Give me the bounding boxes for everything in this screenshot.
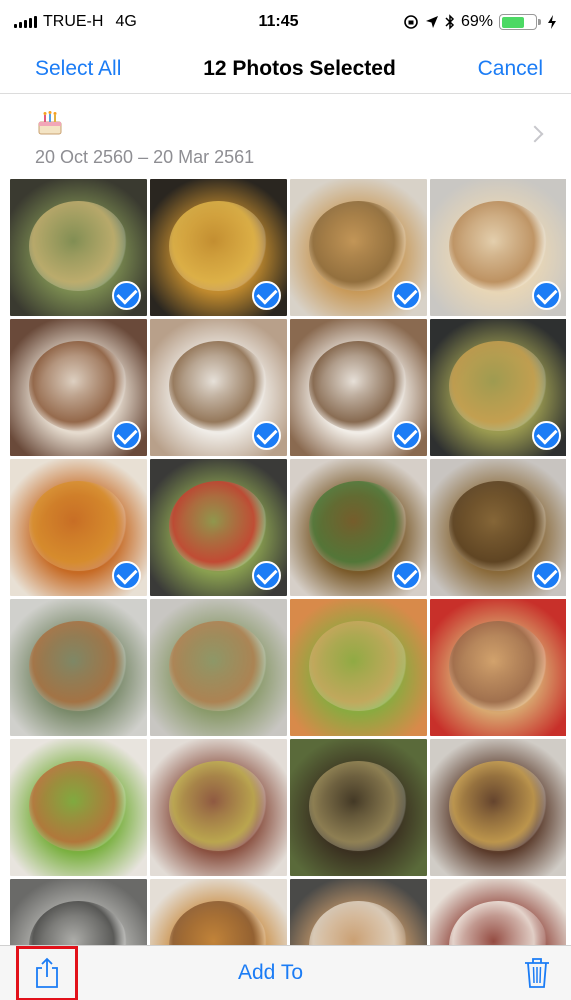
photo-thumbnail-omelette-bowl[interactable] (150, 179, 287, 316)
photo-thumbnail-meat-rice-bowl[interactable] (430, 739, 566, 876)
photo-thumbnail-shrimp-plate[interactable] (430, 179, 566, 316)
photo-content (449, 620, 548, 712)
checkmark-icon (392, 281, 421, 310)
photo-thumbnail-herb-platter[interactable] (290, 739, 427, 876)
battery-percent: 69% (460, 13, 493, 30)
checkmark-icon (532, 281, 561, 310)
photo-thumbnail-rice-plate-2[interactable] (150, 599, 287, 736)
photo-content (309, 480, 408, 572)
photo-thumbnail-curry-bowl[interactable] (430, 459, 566, 596)
share-icon (36, 957, 58, 988)
select-all-button[interactable]: Select All (35, 57, 121, 81)
checkmark-icon (112, 281, 141, 310)
photo-content (169, 760, 268, 852)
photo-thumbnail-grilled-dish[interactable] (290, 879, 427, 945)
photo-content (449, 760, 548, 852)
charging-icon (548, 15, 556, 29)
photo-thumbnail-restaurant-table[interactable] (10, 319, 147, 456)
moment-header[interactable]: 20 Oct 2560 – 20 Mar 2561 (0, 94, 571, 178)
photo-thumbnail-fried-noodles[interactable] (290, 179, 427, 316)
chevron-right-icon[interactable] (526, 125, 544, 143)
photo-content (309, 200, 408, 292)
checkmark-icon (532, 561, 561, 590)
bluetooth-icon (445, 14, 455, 30)
status-bar: TRUE-H 4G 11:45 69% (0, 0, 571, 44)
photo-thumbnail-dipping-sauce[interactable] (150, 739, 287, 876)
checkmark-icon (252, 421, 281, 450)
checkmark-icon (112, 561, 141, 590)
location-icon (425, 16, 438, 28)
photo-thumbnail-green-salad[interactable] (290, 599, 427, 736)
battery-icon (499, 14, 541, 30)
photo-thumbnail-soup-bowl[interactable] (150, 879, 287, 945)
battery-fill (501, 16, 525, 28)
photo-content (449, 900, 548, 945)
photo-thumbnail-stir-fry-plate[interactable] (290, 459, 427, 596)
photo-content (309, 900, 408, 945)
photo-thumbnail-spaghetti-lettuce[interactable] (10, 739, 147, 876)
photo-content (169, 900, 268, 945)
orientation-lock-icon (404, 15, 418, 29)
photo-content (169, 480, 268, 572)
photo-content (169, 200, 268, 292)
carrier-label: TRUE-H (43, 13, 104, 30)
photo-content (309, 340, 408, 432)
photo-content (309, 760, 408, 852)
checkmark-icon (532, 421, 561, 450)
photo-thumbnail-cappuccino-1[interactable] (150, 319, 287, 456)
photo-content (449, 340, 548, 432)
signal-icon (14, 16, 37, 28)
status-right: 69% (403, 13, 557, 31)
nav-bar: Select All 12 Photos Selected Cancel (0, 44, 571, 94)
photo-thumbnail-papaya-salad[interactable] (430, 319, 566, 456)
bottom-toolbar: Add To (0, 945, 571, 1000)
birthday-cake-icon (38, 111, 62, 135)
photo-content (449, 200, 548, 292)
photo-content (169, 340, 268, 432)
photo-thumbnail-cappuccino-2[interactable] (290, 319, 427, 456)
status-time: 11:45 (258, 13, 299, 30)
photo-thumbnail-beef-noodles[interactable] (430, 599, 566, 736)
checkmark-icon (252, 281, 281, 310)
photo-grid (10, 179, 566, 945)
photo-content (29, 900, 128, 945)
status-left: TRUE-H 4G (14, 13, 214, 31)
checkmark-icon (112, 421, 141, 450)
moment-date-range: 20 Oct 2560 – 20 Mar 2561 (35, 147, 255, 167)
checkmark-icon (392, 561, 421, 590)
network-label: 4G (115, 13, 137, 30)
photo-content (29, 760, 128, 852)
checkmark-icon (392, 421, 421, 450)
photo-thumbnail-tom-yum-soup[interactable] (10, 459, 147, 596)
photo-thumbnail-plastic-bag[interactable] (10, 879, 147, 945)
photo-content (29, 620, 128, 712)
trash-icon[interactable] (523, 957, 551, 989)
photo-thumbnail-som-tam-salad[interactable] (10, 179, 147, 316)
share-button[interactable] (16, 945, 78, 1000)
photo-content (29, 480, 128, 572)
photo-content (449, 480, 548, 572)
photo-content (29, 340, 128, 432)
photo-thumbnail-veggie-bowl[interactable] (150, 459, 287, 596)
checkmark-icon (252, 561, 281, 590)
photo-thumbnail-dessert-bowl[interactable] (430, 879, 566, 945)
photo-content (29, 200, 128, 292)
page-title: 12 Photos Selected (203, 56, 396, 80)
cancel-button[interactable]: Cancel (478, 57, 543, 81)
photo-content (309, 620, 408, 712)
photo-thumbnail-rice-and-fish[interactable] (10, 599, 147, 736)
photo-content (169, 620, 268, 712)
add-to-button[interactable]: Add To (238, 961, 303, 985)
